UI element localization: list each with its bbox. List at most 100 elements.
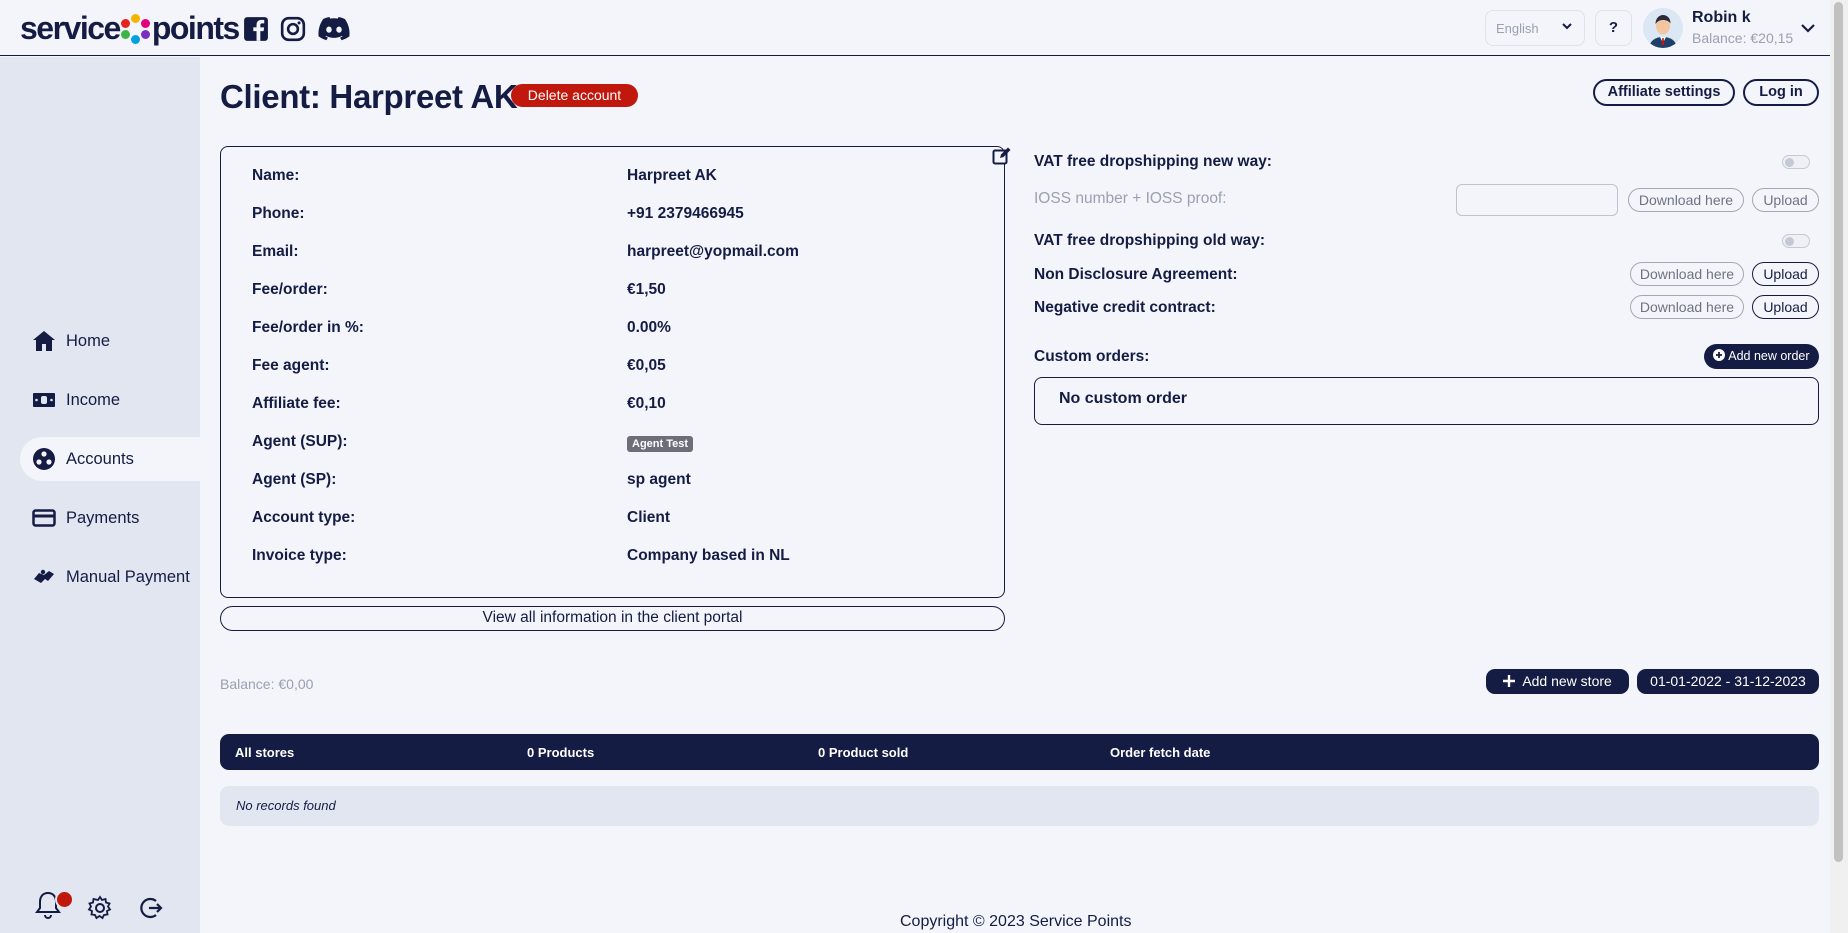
instagram-icon[interactable]	[280, 16, 306, 42]
date-range-picker[interactable]: 01-01-2022 - 31-12-2023	[1637, 669, 1819, 694]
client-info-card: Name: Harpreet AK Phone: +91 2379466945 …	[220, 146, 1005, 598]
page-scrollbar[interactable]	[1830, 0, 1848, 933]
info-value-phone: +91 2379466945	[627, 205, 744, 222]
footer-copyright: Copyright © 2023 Service Points	[900, 913, 1132, 930]
edit-icon[interactable]	[992, 146, 1012, 166]
help-button[interactable]: ?	[1595, 10, 1632, 46]
add-new-order-button[interactable]: Add new order	[1704, 344, 1819, 369]
info-value-invoice-type: Company based in NL	[627, 547, 790, 564]
info-label-fee-order: Fee/order:	[252, 281, 328, 298]
page-title: Client: Harpreet AK	[220, 78, 518, 115]
sidebar: Home Income Accounts Payments Manual Pay…	[0, 57, 200, 933]
vat-old-label: VAT free dropshipping old way:	[1034, 232, 1266, 249]
logo-dots-icon	[120, 13, 151, 44]
notification-badge	[55, 890, 74, 909]
top-bar: service points English ? Robin k Balance…	[0, 0, 1830, 56]
sidebar-item-payments[interactable]: Payments	[20, 496, 200, 540]
agent-tag: Agent Test	[627, 436, 694, 452]
nda-upload-button[interactable]: Upload	[1752, 262, 1819, 286]
accounts-icon	[33, 448, 55, 470]
info-value-affiliate-fee: €0,10	[627, 395, 666, 412]
nda-download-button[interactable]: Download here	[1630, 262, 1744, 286]
vat-old-toggle[interactable]	[1782, 234, 1810, 248]
no-custom-order-text: No custom order	[1059, 390, 1188, 407]
stores-table-header: All stores 0 Products 0 Product sold Ord…	[220, 734, 1819, 770]
ioss-label: IOSS number + IOSS proof:	[1034, 190, 1227, 207]
add-store-label: Add new store	[1522, 673, 1612, 689]
sidebar-item-label: Payments	[66, 508, 140, 527]
ioss-download-button[interactable]: Download here	[1628, 188, 1744, 212]
sidebar-item-income[interactable]: Income	[20, 378, 200, 422]
info-label-agent-sup: Agent (SUP):	[252, 433, 348, 450]
negative-credit-download-button[interactable]: Download here	[1630, 295, 1744, 319]
chevron-down-icon	[1562, 23, 1572, 30]
user-avatar-icon	[1643, 8, 1683, 48]
ioss-upload-button[interactable]: Upload	[1752, 188, 1819, 212]
plus-icon	[1503, 675, 1516, 687]
column-header[interactable]: Order fetch date	[1110, 745, 1210, 760]
user-balance: Balance: €20,15	[1692, 30, 1794, 46]
sidebar-item-manual-payment[interactable]: Manual Payment	[20, 555, 200, 599]
info-value-fee-order: €1,50	[627, 281, 666, 298]
sidebar-item-home[interactable]: Home	[20, 319, 200, 363]
scrollbar-thumb[interactable]	[1834, 2, 1843, 862]
info-label-agent-sp: Agent (SP):	[252, 471, 337, 488]
money-icon	[33, 393, 55, 407]
logo[interactable]: service points	[20, 10, 240, 47]
language-select[interactable]: English	[1485, 10, 1585, 46]
custom-orders-label: Custom orders:	[1034, 348, 1150, 365]
column-header[interactable]: 0 Products	[527, 745, 594, 760]
add-new-store-button[interactable]: Add new store	[1486, 669, 1629, 694]
vat-new-label: VAT free dropshipping new way:	[1034, 153, 1272, 170]
sidebar-item-label: Accounts	[66, 449, 134, 468]
add-order-label: Add new order	[1728, 349, 1810, 363]
column-header[interactable]: 0 Product sold	[818, 745, 908, 760]
logo-text-service: service	[20, 10, 121, 46]
user-name: Robin k	[1692, 9, 1751, 26]
store-balance: Balance: €0,00	[220, 676, 314, 692]
avatar[interactable]	[1643, 8, 1683, 48]
info-label-fee-agent: Fee agent:	[252, 357, 330, 374]
log-in-button[interactable]: Log in	[1743, 79, 1819, 106]
nda-label: Non Disclosure Agreement:	[1034, 266, 1238, 283]
plus-circle-icon	[1713, 349, 1726, 361]
info-label-account-type: Account type:	[252, 509, 356, 526]
ioss-input[interactable]	[1456, 184, 1618, 216]
no-records-text: No records found	[236, 798, 336, 813]
discord-icon[interactable]	[318, 16, 350, 42]
info-label-name: Name:	[252, 167, 300, 184]
handshake-icon	[34, 569, 54, 583]
stores-table-empty-row: No records found	[220, 786, 1819, 826]
info-value-name: Harpreet AK	[627, 167, 717, 184]
sidebar-item-accounts[interactable]: Accounts	[20, 437, 200, 481]
info-label-affiliate-fee: Affiliate fee:	[252, 395, 341, 412]
column-header[interactable]: All stores	[235, 745, 294, 760]
info-value-account-type: Client	[627, 509, 671, 526]
affiliate-settings-button[interactable]: Affiliate settings	[1593, 79, 1735, 106]
info-label-invoice-type: Invoice type:	[252, 547, 347, 564]
info-value-fee-agent: €0,05	[627, 357, 666, 374]
logout-icon[interactable]	[138, 895, 164, 921]
facebook-icon[interactable]	[243, 16, 269, 42]
info-label-email: Email:	[252, 243, 299, 260]
view-client-portal-button[interactable]: View all information in the client porta…	[220, 606, 1005, 631]
custom-orders-box: No custom order	[1034, 377, 1819, 425]
sidebar-item-label: Home	[66, 331, 111, 350]
info-value-fee-percent: 0.00%	[627, 319, 671, 336]
info-value-email: harpreet@yopmail.com	[627, 243, 799, 260]
sidebar-item-label: Manual Payment	[66, 567, 190, 586]
delete-account-button[interactable]: Delete account	[511, 84, 638, 107]
user-menu-chevron-icon[interactable]	[1800, 20, 1816, 36]
sidebar-item-label: Income	[66, 390, 121, 409]
info-value-agent-sup: Agent Test	[627, 434, 694, 452]
card-icon	[32, 509, 56, 527]
negative-credit-label: Negative credit contract:	[1034, 299, 1216, 316]
negative-credit-upload-button[interactable]: Upload	[1752, 295, 1819, 319]
vat-new-toggle[interactable]	[1782, 155, 1810, 169]
gear-icon[interactable]	[87, 895, 113, 921]
logo-text-points: points	[151, 10, 240, 46]
info-value-agent-sp: sp agent	[627, 471, 691, 488]
language-value: English	[1496, 21, 1539, 36]
info-label-phone: Phone:	[252, 205, 305, 222]
home-icon	[33, 331, 55, 351]
